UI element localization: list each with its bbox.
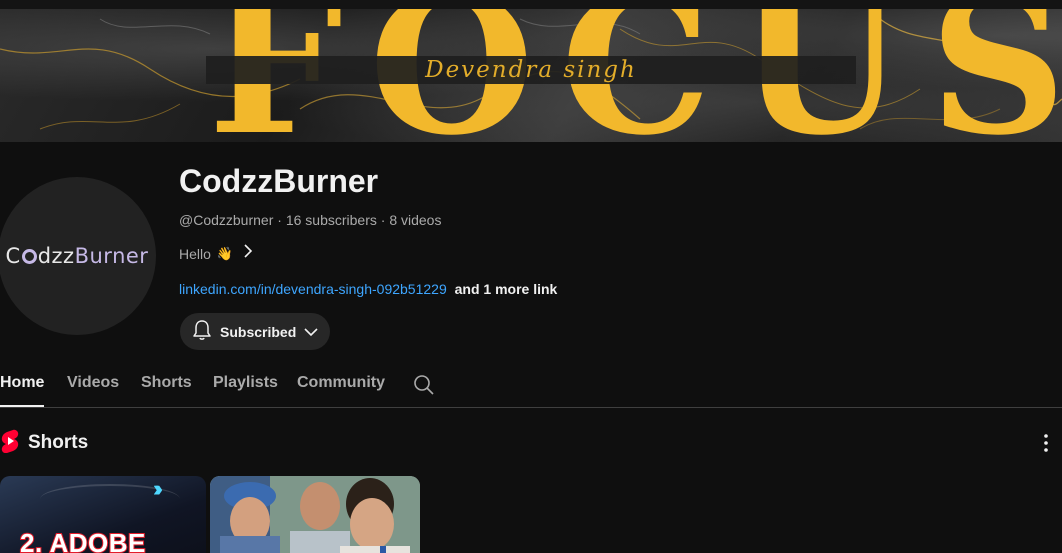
channel-page: FOCUS Devendra singh CdzzBurner CodzzBur… — [0, 0, 1062, 553]
thumb-decoration — [40, 484, 180, 514]
avatar-ring-icon — [21, 249, 37, 264]
shorts-section-header: Shorts — [0, 429, 89, 458]
shorts-thumbnail[interactable]: ››› 2. ADOBE — [0, 476, 206, 553]
video-count: 8 videos — [389, 212, 442, 228]
thumb-photo — [210, 476, 420, 553]
subscriber-count: 16 subscribers — [285, 212, 377, 228]
active-tab-indicator — [0, 405, 44, 407]
channel-handle: @Codzzburner — [179, 212, 274, 228]
channel-tabs: Home Videos Shorts Playlists Community — [0, 362, 1062, 408]
bell-icon — [192, 319, 212, 344]
channel-meta: @Codzzburner · 16 subscribers · 8 videos — [179, 212, 441, 228]
tab-home[interactable]: Home — [0, 374, 44, 392]
channel-avatar[interactable]: CdzzBurner — [0, 177, 156, 335]
description-text: Hello — [179, 245, 211, 262]
avatar-text-suffix: Burner — [74, 244, 149, 268]
thumb-text: 2. ADOBE — [19, 527, 146, 553]
shorts-section-title: Shorts — [28, 432, 89, 453]
shorts-thumbnail[interactable] — [210, 476, 420, 553]
meta-separator: · — [380, 212, 386, 228]
tab-shorts[interactable]: Shorts — [141, 374, 192, 392]
avatar-text-prefix: C — [5, 244, 21, 268]
subscribed-label: Subscribed — [220, 323, 297, 340]
chevron-right-icon — [243, 244, 253, 263]
tab-community[interactable]: Community — [297, 374, 385, 392]
top-strip — [0, 0, 1062, 9]
forward-arrows-icon: ››› — [153, 476, 163, 501]
channel-description[interactable]: Hello 👋 — [179, 244, 253, 263]
linkedin-link[interactable]: linkedin.com/in/devendra-singh-092b51229 — [179, 281, 447, 297]
more-links[interactable]: and 1 more link — [455, 281, 558, 297]
tab-videos[interactable]: Videos — [67, 374, 119, 392]
meta-separator: · — [277, 212, 282, 228]
shorts-logo-icon — [0, 429, 20, 458]
channel-links: linkedin.com/in/devendra-singh-092b51229… — [179, 281, 557, 297]
channel-banner: FOCUS Devendra singh — [0, 9, 1062, 142]
avatar-logo: CdzzBurner — [6, 244, 149, 268]
banner-signature: Devendra singh — [425, 57, 637, 83]
avatar-text-mid: dzz — [37, 244, 75, 268]
channel-title: CodzzBurner — [179, 163, 379, 199]
chevron-down-icon — [304, 324, 318, 340]
subscribed-button[interactable]: Subscribed — [180, 313, 330, 350]
more-vert-icon[interactable] — [1036, 432, 1056, 454]
wave-emoji: 👋 — [216, 245, 234, 261]
search-icon[interactable] — [413, 374, 435, 401]
tab-playlists[interactable]: Playlists — [213, 374, 278, 392]
